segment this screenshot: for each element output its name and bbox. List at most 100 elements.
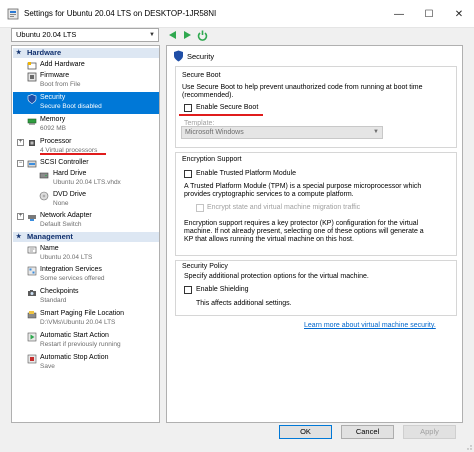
sidebar-item-integration-services[interactable]: Integration Services Some services offer… — [13, 264, 159, 286]
sidebar-item-subtext: Ubuntu 20.04 LTS — [40, 254, 93, 261]
cancel-button[interactable]: Cancel — [341, 425, 394, 439]
sidebar-item-label: Memory — [40, 116, 66, 123]
sidebar-item-label: Name — [40, 245, 59, 252]
annotation-underline — [179, 114, 263, 116]
sidebar-item-label: Network Adapter — [40, 212, 92, 219]
sidebar-item-subtext: 6092 MB — [40, 125, 67, 132]
security-policy-title: Security Policy — [182, 263, 228, 270]
annotation-underline — [40, 153, 106, 155]
integration-services-icon — [27, 266, 37, 276]
sidebar-item-label: DVD Drive — [53, 191, 87, 198]
encryption-support-group: Encryption Support Enable Trusted Platfo… — [175, 152, 457, 256]
sidebar-item-subtext: Secure Boot disabled — [40, 103, 102, 110]
enable-tpm-checkbox[interactable] — [184, 170, 192, 178]
kp-description-3: KP that allows running the virtual machi… — [184, 236, 354, 243]
power-refresh-icon — [197, 30, 208, 41]
template-select-value: Microsoft Windows — [185, 129, 244, 136]
management-section-header[interactable]: ★ Management — [13, 232, 159, 242]
sidebar-item-subtext: Default Switch — [40, 221, 82, 228]
sidebar-item-label: SCSI Controller — [40, 159, 89, 166]
encrypt-state-checkbox[interactable] — [196, 204, 204, 212]
ok-button[interactable]: OK — [279, 425, 332, 439]
minimize-button[interactable]: — — [384, 0, 414, 28]
window-title: Settings for Ubuntu 20.04 LTS on DESKTOP… — [24, 9, 217, 18]
security-policy-description: Specify additional protection options fo… — [184, 273, 369, 280]
sidebar-item-automatic-stop[interactable]: Automatic Stop Action Save — [13, 352, 159, 374]
sidebar-item-label: Automatic Start Action — [40, 332, 109, 339]
resize-grip-icon[interactable] — [464, 442, 472, 450]
vm-selector-value: Ubuntu 20.04 LTS — [16, 30, 77, 39]
sidebar-item-automatic-start[interactable]: Automatic Start Action Restart if previo… — [13, 330, 159, 352]
sidebar-item-memory[interactable]: Memory 6092 MB — [13, 114, 159, 136]
network-adapter-icon — [28, 215, 36, 221]
sidebar-item-subtext: Standard — [40, 297, 67, 304]
expand-icon[interactable]: + — [17, 213, 24, 220]
vm-selector[interactable]: Ubuntu 20.04 LTS ▼ — [11, 28, 159, 42]
sidebar-item-label: Automatic Stop Action — [40, 354, 109, 361]
sidebar-item-security[interactable]: Security Secure Boot disabled — [13, 92, 159, 114]
sidebar-item-label: Firmware — [40, 72, 70, 79]
secure-boot-description: Use Secure Boot to help prevent unauthor… — [182, 84, 423, 91]
security-policy-group: Security Policy Specify additional prote… — [175, 260, 457, 316]
title-bar: Settings for Ubuntu 20.04 LTS on DESKTOP… — [0, 0, 474, 28]
sidebar-item-label: Checkpoints — [40, 288, 79, 295]
enable-shielding-label: Enable Shielding — [196, 286, 249, 293]
encryption-support-title: Encryption Support — [182, 156, 242, 163]
automatic-start-icon — [27, 332, 37, 342]
sidebar-item-hard-drive[interactable]: Hard Drive Ubuntu 20.04 LTS.vhdx — [13, 168, 159, 190]
settings-app-icon — [7, 8, 19, 20]
sidebar-item-firmware[interactable]: Firmware Boot from File — [13, 70, 159, 92]
forward-arrow-icon — [184, 31, 191, 39]
template-select[interactable]: Microsoft Windows ▼ — [181, 126, 383, 139]
firmware-icon — [27, 72, 37, 82]
sidebar-item-subtext: D:\VMs\Ubuntu 20.04 LTS — [40, 319, 116, 326]
smart-paging-icon — [27, 311, 37, 319]
panel-title: Security — [187, 52, 215, 61]
collapse-tree-icon[interactable]: − — [17, 160, 24, 167]
security-settings-panel: Security Secure Boot Use Secure Boot to … — [166, 45, 463, 423]
enable-shielding-checkbox[interactable] — [184, 286, 192, 294]
memory-icon — [27, 118, 37, 125]
name-tag-icon — [27, 246, 37, 254]
sidebar-item-network-adapter[interactable]: + Network Adapter Default Switch — [13, 210, 159, 232]
sidebar-item-label: Add Hardware — [40, 61, 85, 68]
enable-secure-boot-checkbox[interactable] — [184, 104, 192, 112]
collapse-icon: ★ — [16, 50, 22, 56]
apply-button[interactable]: Apply — [403, 425, 456, 439]
sidebar-item-dvd-drive[interactable]: DVD Drive None — [13, 189, 159, 211]
forward-button[interactable] — [182, 29, 193, 41]
settings-navigation: ★ Hardware Add Hardware Firmware Boot fr… — [11, 45, 160, 423]
expand-icon[interactable]: + — [17, 139, 24, 146]
back-button[interactable] — [167, 29, 178, 41]
sidebar-item-subtext: Boot from File — [40, 81, 81, 88]
back-arrow-icon — [169, 31, 176, 39]
shielding-description: This affects additional settings. — [196, 300, 292, 307]
learn-more-link[interactable]: Learn more about virtual machine securit… — [304, 322, 436, 329]
close-button[interactable]: ✕ — [444, 0, 474, 28]
dvd-disc-icon — [39, 191, 49, 201]
enable-secure-boot-label: Enable Secure Boot — [196, 104, 259, 111]
shield-icon — [27, 94, 37, 104]
maximize-button[interactable]: ☐ — [414, 0, 444, 28]
hard-drive-icon — [39, 172, 49, 179]
sidebar-item-label: Smart Paging File Location — [40, 310, 125, 317]
sidebar-item-smart-paging[interactable]: Smart Paging File Location D:\VMs\Ubuntu… — [13, 308, 159, 330]
shield-icon — [174, 50, 183, 62]
sidebar-item-label: Hard Drive — [53, 170, 87, 177]
refresh-button[interactable] — [197, 29, 208, 41]
checkpoint-camera-icon — [28, 290, 36, 296]
sidebar-item-subtext: Some services offered — [40, 275, 105, 282]
sidebar-item-name[interactable]: Name Ubuntu 20.04 LTS — [13, 243, 159, 265]
hardware-section-header[interactable]: ★ Hardware — [13, 48, 159, 58]
kp-description: Encryption support requires a key protec… — [184, 220, 419, 227]
sidebar-item-checkpoints[interactable]: Checkpoints Standard — [13, 286, 159, 308]
management-header-label: Management — [27, 232, 73, 241]
chevron-down-icon: ▼ — [373, 129, 379, 135]
sidebar-item-label: Security — [40, 94, 66, 101]
sidebar-item-subtext: Ubuntu 20.04 LTS.vhdx — [53, 179, 121, 186]
sidebar-item-subtext: Restart if previously running — [40, 341, 121, 348]
sidebar-item-label: Integration Services — [40, 266, 102, 273]
kp-description-2: machine. If not already present, selecti… — [184, 228, 424, 235]
automatic-stop-icon — [27, 354, 37, 364]
secure-boot-title: Secure Boot — [182, 72, 221, 79]
